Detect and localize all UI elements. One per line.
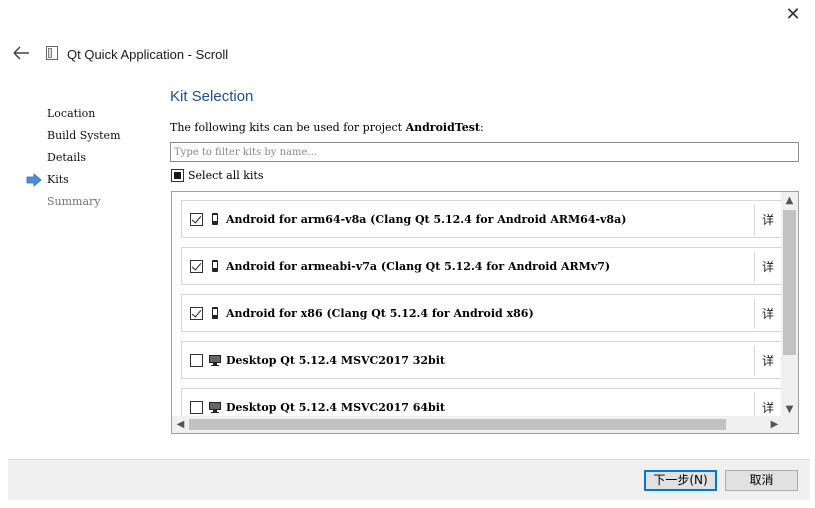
step-label: Summary [47,195,101,208]
step-label: Kits [47,173,69,186]
kit-row[interactable]: Android for arm64-v8a (Clang Qt 5.12.4 f… [181,200,785,238]
cancel-button[interactable]: 取消 [725,470,798,491]
step-label: Location [47,107,96,120]
desc-suffix: : [480,121,484,134]
kit-checkbox[interactable] [190,306,203,320]
close-icon[interactable]: ✕ [781,4,805,26]
desc-prefix: The following kits can be used for proje… [170,121,406,134]
kit-details-button[interactable]: 详 [754,299,784,329]
kit-name: Desktop Qt 5.12.4 MSVC2017 64bit [226,400,446,414]
page-title: Kit Selection [170,88,254,105]
select-all-kits-checkbox[interactable]: Select all kits [171,169,264,182]
scrollbar-corner [781,416,798,433]
next-button[interactable]: 下一步(N) [644,470,717,491]
wizard-window: ✕ Qt Quick Application - Scroll Location… [0,0,816,508]
kit-row[interactable]: Desktop Qt 5.12.4 MSVC2017 32bit 详 [181,341,785,379]
wizard-steps: Location Build System Details Kits Summa… [26,103,121,213]
current-step-arrow-icon [26,173,42,187]
vertical-scroll-thumb[interactable] [783,210,796,355]
step-label: Details [47,151,86,164]
horizontal-scrollbar[interactable]: ◀ ▶ [172,416,783,433]
kit-row[interactable]: Android for armeabi-v7a (Clang Qt 5.12.4… [181,247,785,285]
select-all-label: Select all kits [188,169,264,182]
android-device-icon [212,307,218,319]
android-device-icon [212,260,218,272]
vertical-scrollbar[interactable]: ▲ ▼ [781,192,798,418]
kit-name: Desktop Qt 5.12.4 MSVC2017 32bit [226,353,446,367]
kit-list: Android for arm64-v8a (Clang Qt 5.12.4 f… [171,191,799,434]
kit-name: Android for armeabi-v7a (Clang Qt 5.12.4… [226,259,611,273]
kit-name: Android for x86 (Clang Qt 5.12.4 for And… [226,306,534,320]
kit-checkbox[interactable] [190,400,203,414]
kit-details-button[interactable]: 详 [754,346,784,376]
desktop-monitor-icon [209,355,221,366]
kit-name: Android for arm64-v8a (Clang Qt 5.12.4 f… [226,212,627,226]
step-build-system: Build System [26,125,121,147]
kit-checkbox[interactable] [190,353,203,367]
kit-row[interactable]: Android for x86 (Clang Qt 5.12.4 for And… [181,294,785,332]
step-summary: Summary [26,191,121,213]
wizard-title: Qt Quick Application - Scroll [67,47,229,62]
step-kits: Kits [26,169,121,191]
step-location: Location [26,103,121,125]
partial-check-icon [171,169,184,182]
kit-checkbox[interactable] [190,212,203,226]
kit-details-button[interactable]: 详 [754,252,784,282]
kit-filter-input[interactable] [170,142,799,162]
kit-details-button[interactable]: 详 [754,205,784,235]
button-bar: 下一步(N) 取消 [8,459,810,500]
back-arrow-icon[interactable] [12,44,32,62]
scroll-left-icon[interactable]: ◀ [172,416,189,433]
horizontal-scroll-thumb[interactable] [189,419,726,430]
step-label: Build System [47,129,121,142]
android-device-icon [212,213,218,225]
scroll-up-icon[interactable]: ▲ [781,192,798,209]
page-description: The following kits can be used for proje… [170,121,484,134]
wizard-page-icon [46,46,58,60]
step-details: Details [26,147,121,169]
kit-checkbox[interactable] [190,259,203,273]
project-name: AndroidTest [405,121,480,134]
desktop-monitor-icon [209,402,221,413]
